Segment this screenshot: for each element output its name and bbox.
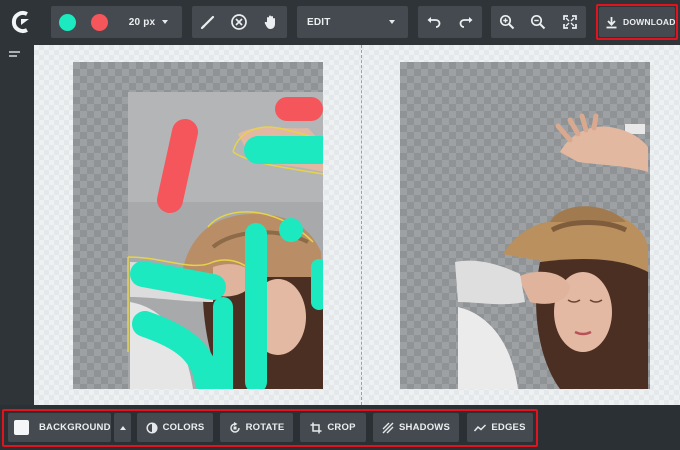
undo-button[interactable] (418, 6, 450, 38)
rotate-button[interactable]: ROTATE (220, 413, 293, 442)
rotate-label: ROTATE (245, 422, 285, 433)
edges-icon (474, 423, 487, 431)
hand-icon (264, 15, 275, 29)
crop-icon (310, 422, 322, 433)
edges-button[interactable]: EDGES (467, 413, 533, 442)
rotate-icon (229, 421, 240, 433)
shadows-label: SHADOWS (398, 422, 450, 433)
app-logo-icon[interactable] (7, 8, 35, 36)
hand-tool-button[interactable] (255, 6, 287, 38)
zoom-group (491, 6, 586, 38)
color-size-group: 20 px (51, 6, 182, 38)
chevron-up-icon (119, 425, 126, 430)
mode-value: EDIT (307, 16, 331, 28)
original-image-panel[interactable] (73, 62, 323, 389)
zoom-in-button[interactable] (491, 6, 522, 38)
brush-size-value: 20 px (128, 16, 156, 28)
undo-icon (427, 17, 441, 28)
background-button[interactable]: BACKGROUND (8, 413, 111, 442)
background-swatch (14, 420, 29, 435)
fullscreen-icon (563, 15, 577, 29)
original-photo (127, 92, 323, 389)
edges-label: EDGES (491, 422, 526, 433)
download-icon (606, 16, 617, 28)
remove-color-button[interactable] (83, 6, 115, 38)
editor-app: 20 px EDIT DOWNLOAD BACKGROUND COLORS RO… (0, 0, 680, 450)
background-expand-button[interactable] (114, 413, 131, 442)
tool-group (192, 6, 287, 38)
keep-color-swatch (58, 13, 76, 31)
history-group (418, 6, 482, 38)
fullscreen-button[interactable] (554, 6, 586, 38)
zoom-out-icon (530, 14, 546, 30)
download-button[interactable]: DOWNLOAD (599, 7, 675, 37)
pen-icon (200, 15, 214, 30)
brush-size-dropdown[interactable]: 20 px (117, 6, 180, 38)
shadows-button[interactable]: SHADOWS (373, 413, 459, 442)
mode-dropdown[interactable]: EDIT (297, 6, 408, 38)
redo-button[interactable] (450, 6, 482, 38)
zoom-in-icon (499, 14, 514, 30)
panel-menu-icon[interactable] (7, 49, 23, 59)
split-divider (361, 45, 362, 405)
left-rail (0, 45, 34, 405)
crop-label: CROP (327, 422, 356, 433)
pen-tool-button[interactable] (192, 6, 223, 38)
shadows-icon (382, 422, 394, 433)
remove-color-swatch (90, 13, 108, 31)
result-image-panel[interactable] (400, 62, 650, 389)
result-photo (455, 113, 648, 389)
colors-button[interactable]: COLORS (137, 413, 213, 442)
keep-color-button[interactable] (51, 6, 83, 38)
top-toolbar: 20 px EDIT DOWNLOAD (0, 0, 680, 45)
chevron-down-icon (162, 20, 169, 24)
redo-icon (459, 17, 473, 28)
chevron-down-icon (389, 20, 395, 24)
colors-icon (146, 421, 158, 434)
eraser-tool-button[interactable] (223, 6, 255, 38)
background-label: BACKGROUND (39, 422, 111, 433)
download-label: DOWNLOAD (623, 17, 676, 27)
eraser-icon (231, 14, 247, 30)
crop-button[interactable]: CROP (300, 413, 366, 442)
zoom-out-button[interactable] (522, 6, 554, 38)
colors-label: COLORS (162, 422, 205, 433)
